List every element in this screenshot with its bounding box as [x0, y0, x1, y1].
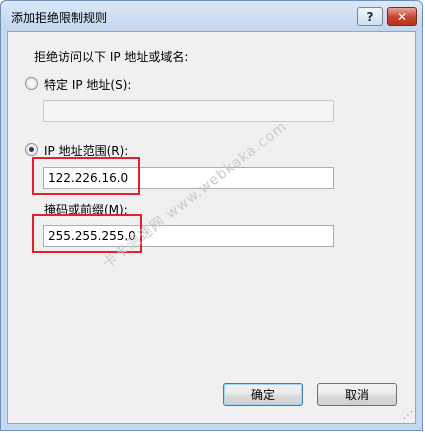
cancel-button[interactable]: 取消 [317, 383, 397, 406]
mask-input[interactable]: 255.255.255.0 [43, 225, 334, 247]
specific-ip-input[interactable] [43, 100, 334, 122]
dialog-body: 拒绝访问以下 IP 地址或域名: 特定 IP 地址(S): IP 地址范围(R)… [7, 31, 416, 424]
close-button[interactable]: ✕ [387, 7, 417, 26]
ok-button[interactable]: 确定 [223, 383, 303, 406]
ip-range-input[interactable]: 122.226.16.0 [43, 167, 334, 189]
watermark: 卡卡测速网 www.webkaka.com [99, 118, 291, 272]
help-icon: ? [366, 9, 374, 24]
specific-ip-label: 特定 IP 地址(S): [44, 78, 132, 92]
instruction-text: 拒绝访问以下 IP 地址或域名: [34, 50, 189, 64]
mask-label: 掩码或前缀(M): [44, 203, 128, 217]
ip-range-label: IP 地址范围(R): [44, 144, 129, 158]
resize-grip-icon[interactable]: ⋰ [403, 410, 413, 421]
ip-range-radio[interactable] [25, 143, 38, 156]
specific-ip-radio[interactable] [25, 77, 38, 90]
close-icon: ✕ [396, 9, 408, 24]
title-bar[interactable]: 添加拒绝限制规则 ? ✕ [1, 1, 422, 31]
help-button[interactable]: ? [357, 7, 383, 26]
dialog-window: 添加拒绝限制规则 ? ✕ 拒绝访问以下 IP 地址或域名: 特定 IP 地址(S… [0, 0, 423, 431]
window-title: 添加拒绝限制规则 [11, 11, 108, 25]
